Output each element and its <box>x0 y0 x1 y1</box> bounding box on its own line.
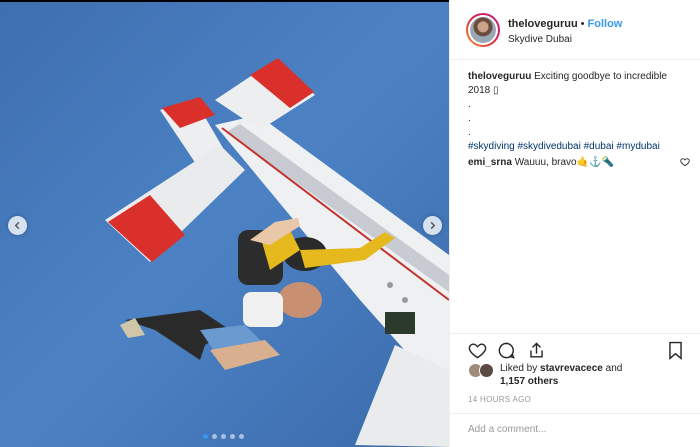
caption-dot: . <box>468 127 471 138</box>
avatar <box>479 363 494 378</box>
post-header: theloveguruu • Follow Skydive Dubai <box>450 0 700 60</box>
photo-top-edge <box>0 0 449 2</box>
carousel-dot <box>212 434 217 439</box>
caption-dot: . <box>468 99 471 110</box>
liker-avatars <box>468 363 496 379</box>
likes-summary: Liked by stavrevacece and 1,157 others <box>468 362 668 388</box>
header-separator: • <box>580 18 585 30</box>
avatar-image <box>470 17 496 43</box>
caption-dot: . <box>468 113 471 124</box>
bookmark-icon[interactable] <box>667 341 684 360</box>
skydive-photo <box>0 0 449 447</box>
likes-middle: and <box>602 363 623 374</box>
heart-icon[interactable] <box>680 157 690 167</box>
chevron-left-icon <box>14 221 20 230</box>
post-photo[interactable] <box>0 0 449 447</box>
likes-others[interactable]: 1,157 others <box>500 376 558 387</box>
likes-prefix: Liked by <box>500 363 541 374</box>
caption: theloveguruu Exciting goodbye to incredi… <box>468 70 690 154</box>
caption-hashtags[interactable]: #skydiving #skydivedubai #dubai #mydubai <box>468 140 690 154</box>
carousel-prev-button[interactable] <box>8 216 27 235</box>
follow-button[interactable]: Follow <box>588 18 623 30</box>
carousel-dot <box>239 434 244 439</box>
chevron-right-icon <box>430 221 436 230</box>
post-timestamp[interactable]: 14 HOURS AGO <box>468 395 531 404</box>
caption-username[interactable]: theloveguruu <box>468 71 531 82</box>
comment-item: emi_srna Wauuu, bravo🤙⚓🔦 <box>468 156 690 170</box>
add-comment-bar <box>450 413 700 447</box>
avatar[interactable] <box>466 13 500 47</box>
carousel-indicators <box>203 434 244 439</box>
action-bar <box>450 333 700 365</box>
comments-section: theloveguruu Exciting goodbye to incredi… <box>468 70 690 170</box>
add-comment-input[interactable] <box>468 424 668 435</box>
carousel-dot <box>221 434 226 439</box>
likes-user[interactable]: stavrevacece <box>540 363 603 374</box>
comment-username[interactable]: emi_srna <box>468 157 512 168</box>
carousel-dot <box>230 434 235 439</box>
share-icon[interactable] <box>527 341 546 360</box>
heart-icon[interactable] <box>468 341 487 360</box>
carousel-next-button[interactable] <box>423 216 442 235</box>
comment-icon[interactable] <box>497 341 516 360</box>
post-location[interactable]: Skydive Dubai <box>508 34 572 45</box>
comment-text: Wauuu, bravo🤙⚓🔦 <box>514 157 614 168</box>
carousel-dot <box>203 434 208 439</box>
post-username[interactable]: theloveguruu <box>508 18 578 30</box>
post-panel: theloveguruu • Follow Skydive Dubai thelov… <box>449 0 700 447</box>
